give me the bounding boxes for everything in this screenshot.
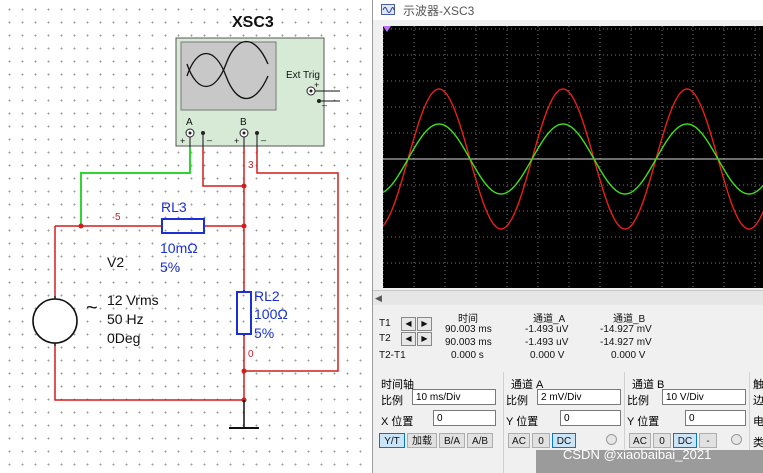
net-label-5: 5	[115, 212, 121, 223]
scope-terminal-b-minus	[255, 131, 259, 135]
readout-row-label-t1: T1	[379, 318, 391, 329]
watermark-text: CSDN @xiaobaibai_2021	[563, 447, 712, 462]
scope-ref-label: XSC3	[232, 14, 274, 31]
net-label-0: 0	[248, 349, 254, 360]
scope-pin-b-plus: +	[234, 136, 240, 146]
readout-t2-channel-b: -14.927 mV	[600, 337, 652, 348]
scope-horizontal-scrollbar[interactable]: ◀	[373, 290, 763, 305]
resistor-rl2-symbol	[236, 291, 252, 335]
scope-pin-a-plus: +	[180, 136, 186, 146]
readout-t1-time: 90.003 ms	[445, 324, 492, 335]
readout-delta-time: 0.000 s	[451, 350, 484, 361]
trigger-edge-label: 边	[753, 395, 763, 407]
channel-a-ac-button[interactable]: AC	[508, 433, 530, 448]
t1-left-arrow-icon[interactable]: ◀	[401, 317, 416, 331]
source-tilde-icon: ~	[86, 297, 98, 319]
readout-delta-channel-b: 0.000 V	[611, 350, 646, 361]
timebase-scale-label: 比例	[381, 395, 403, 407]
schematic-canvas[interactable]: XSC3 Ext Trig A B + _ + _ + _ 5 3 0 RL3 …	[0, 0, 372, 473]
scope-pin-b-minus: _	[261, 131, 267, 141]
channel-a-y-position-field[interactable]: 0	[560, 410, 621, 426]
rl2-ref-label: RL2	[254, 288, 280, 304]
readout-header-channel-a: 通道_A	[533, 314, 566, 325]
readout-header-channel-b: 通道_B	[613, 314, 646, 325]
scope-waveform-plot	[382, 26, 763, 288]
ac-source-symbol	[32, 298, 78, 344]
readout-header-time: 时间	[458, 314, 478, 325]
scope-window-title: 示波器-XSC3	[403, 4, 475, 18]
t2-right-arrow-icon[interactable]: ▶	[417, 332, 432, 346]
scope-pin-a-label: A	[186, 117, 193, 128]
channel-b-scale-field[interactable]: 10 V/Div	[662, 389, 746, 405]
channel-b-zero-button[interactable]: 0	[653, 433, 671, 448]
channel-b-radio[interactable]	[731, 434, 742, 445]
channel-a-y-position-label: Y 位置	[506, 416, 539, 428]
ab-mode-button[interactable]: A/B	[467, 433, 493, 448]
oscilloscope-icon	[381, 4, 395, 15]
channel-a-zero-button[interactable]: 0	[532, 433, 550, 448]
channel-b-y-position-field[interactable]: 0	[685, 410, 746, 426]
oscilloscope-window[interactable]: 示波器-XSC3 ◀ 时间 通道_A 通道_B T1 ◀ ▶ 90.003 ms…	[372, 0, 763, 473]
timebase-scale-field[interactable]: 10 ms/Div	[412, 389, 496, 405]
t1-right-arrow-icon[interactable]: ▶	[417, 317, 432, 331]
readout-t1-channel-b: -14.927 mV	[600, 324, 652, 335]
timebase-x-position-field[interactable]: 0	[433, 410, 496, 426]
rl2-tolerance-label: 5%	[254, 325, 275, 341]
t2-left-arrow-icon[interactable]: ◀	[401, 332, 416, 346]
trigger-type-label: 类	[753, 437, 763, 449]
cursor-readout-panel: 时间 通道_A 通道_B T1 ◀ ▶ 90.003 ms -1.493 uV …	[373, 306, 763, 368]
rl2-value-label: 100Ω	[254, 306, 288, 322]
ba-mode-button[interactable]: B/A	[439, 433, 465, 448]
source-voltage-label: 12 Vrms	[107, 292, 159, 308]
scroll-left-arrow-icon[interactable]: ◀	[375, 293, 382, 304]
resistor-rl3-symbol	[161, 218, 205, 234]
timebase-x-position-label: X 位置	[381, 416, 414, 428]
source-ref-label: V2	[107, 254, 125, 270]
channel-b-scale-label: 比例	[627, 395, 649, 407]
channel-a-scale-label: 比例	[506, 395, 528, 407]
source-frequency-label: 50 Hz	[107, 311, 144, 327]
scope-display[interactable]	[382, 26, 763, 288]
channel-b-dc-button[interactable]: DC	[673, 433, 697, 448]
ext-trig-plus: +	[314, 80, 320, 90]
readout-row-label-delta: T2-T1	[379, 350, 406, 361]
channel-a-radio[interactable]	[606, 434, 617, 445]
readout-t2-time: 90.003 ms	[445, 337, 492, 348]
rl3-value-label: 10mΩ	[160, 240, 198, 256]
channel-b-y-position-label: Y 位置	[627, 416, 660, 428]
load-button[interactable]: 加载	[407, 433, 437, 448]
readout-delta-channel-a: 0.000 V	[530, 350, 565, 361]
channel-b-heading: 通道 B	[632, 379, 665, 391]
readout-t1-channel-a: -1.493 uV	[525, 324, 569, 335]
scope-title-bar[interactable]: 示波器-XSC3	[373, 0, 763, 20]
net-label-3: 3	[248, 160, 254, 171]
channel-b-ac-button[interactable]: AC	[629, 433, 651, 448]
timebase-heading: 时间轴	[381, 379, 414, 391]
channel-b-minus-button[interactable]: -	[699, 433, 717, 448]
yt-mode-button[interactable]: Y/T	[379, 433, 405, 448]
channel-a-dc-button[interactable]: DC	[552, 433, 576, 448]
readout-row-label-t2: T2	[379, 333, 391, 344]
channel-a-scale-field[interactable]: 2 mV/Div	[537, 389, 621, 405]
cursor-t1-marker-icon	[383, 26, 391, 32]
trigger-heading: 触	[753, 379, 763, 391]
scope-pin-b-label: B	[240, 117, 247, 128]
trigger-level-label: 电	[753, 416, 763, 428]
ext-trig-minus: _	[322, 96, 328, 106]
rl3-ref-label: RL3	[161, 199, 187, 215]
readout-t2-channel-a: -1.493 uV	[525, 337, 569, 348]
scope-pin-a-minus: _	[207, 131, 213, 141]
source-phase-label: 0Deg	[107, 330, 141, 346]
rl3-tolerance-label: 5%	[160, 259, 181, 275]
scope-terminal-a-minus	[201, 131, 205, 135]
